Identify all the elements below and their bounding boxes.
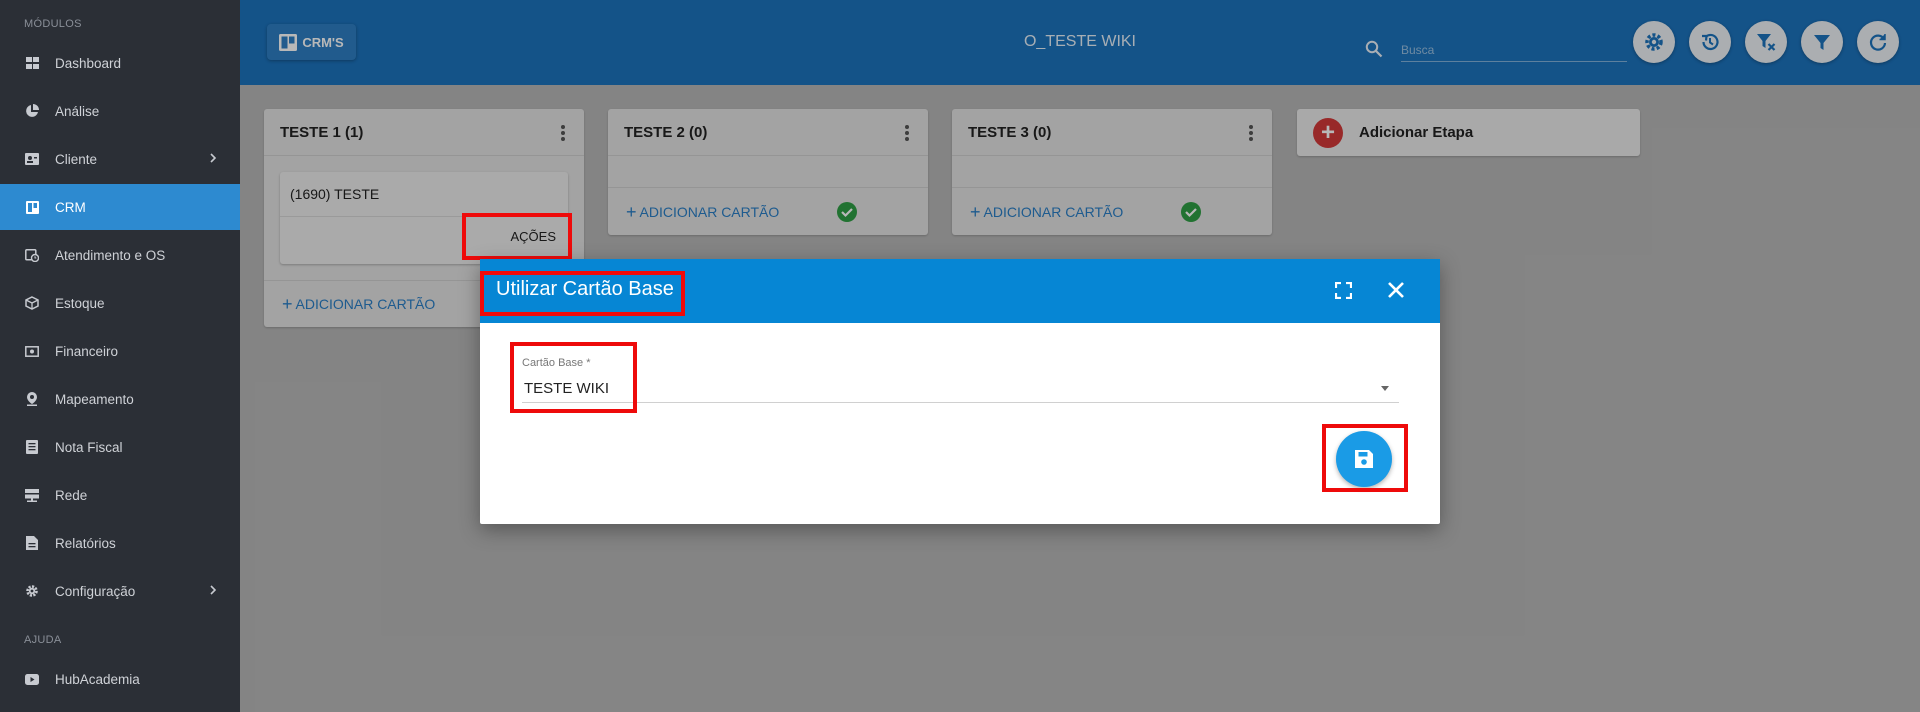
add-stage-label: Adicionar Etapa — [1359, 124, 1474, 141]
modules-section-label: MÓDULOS — [24, 18, 82, 30]
youtube-icon — [24, 671, 40, 687]
floppy-disk-icon — [1355, 450, 1373, 468]
more-vert-icon[interactable] — [560, 124, 566, 142]
filter-button[interactable] — [1801, 21, 1843, 63]
column-header: TESTE 3 (0) — [952, 109, 1272, 156]
sidebar-item-dashboard[interactable]: Dashboard — [0, 40, 240, 86]
sidebar-item-atendimento[interactable]: Atendimento e OS — [0, 232, 240, 278]
sidebar-item-hubacademia[interactable]: HubAcademia — [0, 656, 240, 702]
plus-icon: + — [626, 201, 637, 222]
server-icon — [24, 487, 40, 503]
grid-icon — [24, 55, 40, 71]
dialog-header: Utilizar Cartão Base — [480, 259, 1440, 323]
settings-button[interactable] — [1633, 21, 1675, 63]
sidebar-item-label: Atendimento e OS — [55, 247, 166, 263]
field-underline — [522, 402, 1399, 403]
more-vert-icon[interactable] — [904, 124, 910, 142]
help-section-label: AJUDA — [24, 634, 62, 646]
sidebar-item-label: Nota Fiscal — [55, 439, 123, 455]
sidebar-item-analise[interactable]: Análise — [0, 88, 240, 134]
sidebar-item-estoque[interactable]: Estoque — [0, 280, 240, 326]
money-icon — [24, 343, 40, 359]
plus-icon: + — [970, 201, 981, 222]
sidebar-item-label: Dashboard — [55, 55, 122, 71]
sidebar-item-label: Financeiro — [55, 343, 119, 359]
add-card-label: ADICIONAR CARTÃO — [983, 203, 1124, 220]
add-card-button[interactable]: + ADICIONAR CARTÃO — [952, 188, 1272, 235]
card-title: (1690) TESTE — [280, 172, 568, 217]
top-header: CRM'S O_TESTE WIKI — [240, 0, 1920, 85]
sidebar-item-configuracao[interactable]: Configuração — [0, 568, 240, 614]
refresh-icon — [1869, 34, 1887, 51]
refresh-button[interactable] — [1857, 21, 1899, 63]
dialog-title: Utilizar Cartão Base — [496, 278, 674, 300]
report-icon — [24, 535, 40, 551]
sidebar-item-label: Configuração — [55, 583, 136, 599]
chevron-right-icon — [210, 153, 217, 163]
board-icon — [24, 199, 40, 215]
sidebar-item-relatorios[interactable]: Relatórios — [0, 520, 240, 566]
check-circle-icon[interactable] — [837, 202, 857, 222]
empty-card-area — [608, 156, 928, 188]
filter-icon — [1814, 35, 1830, 50]
plus-icon: + — [282, 294, 293, 314]
sidebar-item-label: Relatórios — [55, 535, 116, 551]
search-box — [1365, 38, 1627, 62]
sidebar-item-label: Rede — [55, 487, 88, 503]
filter-clear-icon — [1757, 34, 1776, 51]
check-circle-icon[interactable] — [1181, 202, 1201, 222]
add-card-button[interactable]: + ADICIONAR CARTÃO — [608, 188, 928, 235]
dropdown-caret-icon[interactable] — [1381, 386, 1389, 391]
base-card-field-label: Cartão Base * — [522, 357, 591, 369]
column-header: TESTE 1 (1) — [264, 109, 584, 156]
board-column: TESTE 3 (0) + ADICIONAR CARTÃO — [952, 109, 1272, 235]
sidebar-item-label: Cliente — [55, 151, 98, 167]
use-base-card-dialog: Utilizar Cartão Base Cartão Base * TESTE… — [480, 259, 1440, 524]
sidebar-item-label: Estoque — [55, 295, 105, 311]
board-column: TESTE 2 (0) + ADICIONAR CARTÃO — [608, 109, 928, 235]
save-button[interactable] — [1336, 431, 1392, 487]
sidebar-item-label: Análise — [55, 103, 100, 119]
sidebar: MÓDULOS Dashboard Análise Cliente CRM At… — [0, 0, 240, 712]
history-button[interactable] — [1689, 21, 1731, 63]
pie-chart-icon — [24, 103, 40, 119]
close-icon[interactable] — [1387, 281, 1405, 299]
search-icon — [1365, 40, 1383, 58]
column-title: TESTE 1 (1) — [280, 123, 364, 141]
chevron-right-icon — [210, 585, 217, 595]
sidebar-item-label: Mapeamento — [55, 391, 134, 407]
contact-card-icon — [24, 151, 40, 167]
sidebar-item-rede[interactable]: Rede — [0, 472, 240, 518]
document-icon — [24, 439, 40, 455]
empty-card-area — [952, 156, 1272, 188]
sidebar-item-financeiro[interactable]: Financeiro — [0, 328, 240, 374]
plus-icon: + — [1313, 117, 1343, 148]
gear-icon — [24, 583, 40, 599]
more-vert-icon[interactable] — [1248, 124, 1254, 142]
sidebar-item-mapeamento[interactable]: Mapeamento — [0, 376, 240, 422]
fullscreen-icon[interactable] — [1335, 282, 1352, 299]
clear-filter-button[interactable] — [1745, 21, 1787, 63]
crm-card[interactable]: (1690) TESTE AÇÕES — [280, 172, 568, 264]
calendar-clock-icon — [24, 247, 40, 263]
column-title: TESTE 3 (0) — [968, 123, 1052, 141]
sidebar-item-crm[interactable]: CRM — [0, 184, 240, 230]
sidebar-item-label: CRM — [55, 199, 86, 215]
sidebar-item-label: HubAcademia — [55, 671, 140, 687]
add-card-label: ADICIONAR CARTÃO — [295, 296, 436, 312]
sidebar-item-nota-fiscal[interactable]: Nota Fiscal — [0, 424, 240, 470]
search-input[interactable] — [1401, 38, 1627, 62]
box-icon — [24, 295, 40, 311]
column-header: TESTE 2 (0) — [608, 109, 928, 156]
add-stage-button[interactable]: + Adicionar Etapa — [1297, 109, 1640, 156]
settings-icon — [1645, 33, 1663, 51]
sidebar-item-cliente[interactable]: Cliente — [0, 136, 240, 182]
base-card-select[interactable]: TESTE WIKI — [524, 380, 609, 397]
add-card-label: ADICIONAR CARTÃO — [639, 203, 780, 220]
history-icon — [1702, 33, 1719, 51]
map-pin-icon — [24, 391, 40, 407]
acoes-button[interactable]: AÇÕES — [510, 229, 556, 244]
column-title: TESTE 2 (0) — [624, 123, 708, 141]
